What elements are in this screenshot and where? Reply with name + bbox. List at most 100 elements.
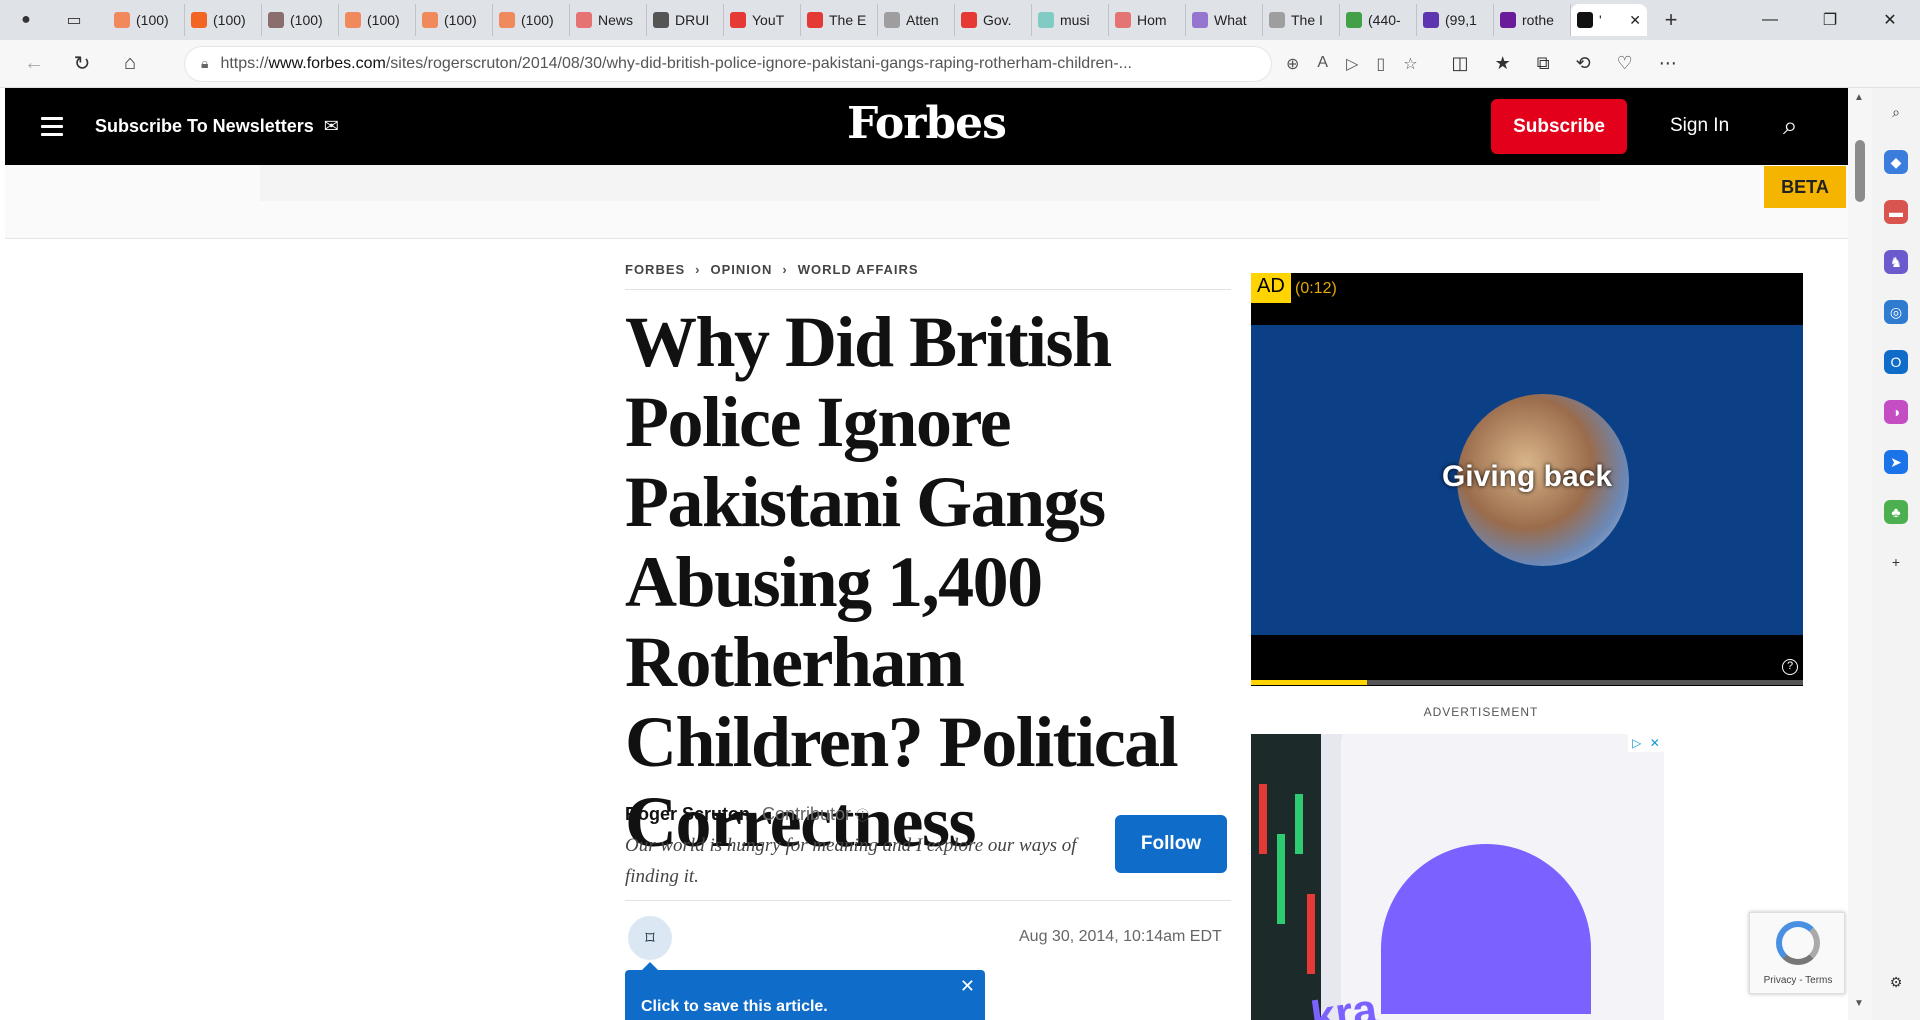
favicon-icon — [1423, 12, 1439, 28]
restore-icon[interactable]: ❐ — [1800, 0, 1860, 40]
subscribe-button[interactable]: Subscribe — [1491, 99, 1627, 154]
newsletter-link[interactable]: Subscribe To Newsletters ✉ — [95, 116, 339, 137]
tab-active[interactable]: ' ✕ — [1571, 4, 1647, 36]
follow-button[interactable]: Follow — [1115, 815, 1227, 873]
zoom-icon[interactable]: ⊕ — [1286, 54, 1299, 74]
ad-label: AD — [1251, 273, 1291, 303]
tab[interactable]: musi — [1032, 4, 1109, 36]
minimize-icon[interactable]: — — [1740, 0, 1800, 40]
tab-label: DRUI — [675, 12, 710, 28]
search-icon[interactable]: ⌕ — [1884, 100, 1908, 124]
recaptcha-badge[interactable]: Privacy - Terms — [1749, 912, 1845, 994]
tab[interactable]: YouT — [724, 4, 801, 36]
page-scrollbar[interactable]: ▲ ▼ — [1848, 88, 1872, 1020]
media-icon[interactable]: ▷ — [1346, 54, 1358, 74]
breadcrumb-forbes[interactable]: FORBES — [625, 262, 685, 277]
tab[interactable]: (440- — [1340, 4, 1417, 36]
scroll-thumb[interactable] — [1855, 140, 1865, 202]
tab[interactable]: The E — [801, 4, 878, 36]
copilot-icon[interactable]: ◑ — [1884, 400, 1908, 424]
tab[interactable]: (100) — [416, 4, 493, 36]
scroll-up-icon[interactable]: ▲ — [1854, 92, 1864, 103]
scroll-down-icon[interactable]: ▼ — [1854, 998, 1864, 1009]
tab[interactable]: (100) — [262, 4, 339, 36]
tab-label: What — [1214, 12, 1247, 28]
close-tab-icon[interactable]: ✕ — [1629, 12, 1641, 29]
help-icon[interactable]: ? — [1782, 659, 1798, 675]
profile-icon[interactable]: ● — [12, 6, 40, 34]
tab[interactable]: DRUI — [647, 4, 724, 36]
newsletter-label: Subscribe To Newsletters — [95, 116, 314, 136]
games-icon[interactable]: ♞ — [1884, 250, 1908, 274]
save-tooltip: Click to save this article. ✕ — [625, 962, 985, 1020]
history-icon[interactable]: ⟲ — [1576, 53, 1591, 74]
adchoices-icon[interactable]: ▷ ✕ — [1628, 734, 1664, 752]
favorite-star-icon[interactable]: ☆ — [1403, 54, 1417, 74]
office-icon[interactable]: ◎ — [1884, 300, 1908, 324]
shopping-tag-icon[interactable]: ◆ — [1884, 150, 1908, 174]
edge-sidebar: ⌕ ◆ ▬ ♞ ◎ O ◑ ➤ ♣ + ⚙ — [1872, 88, 1920, 1020]
beta-badge[interactable]: BETA — [1764, 166, 1846, 208]
divider — [625, 289, 1231, 290]
article-headline: Why Did British Police Ignore Pakistani … — [625, 302, 1179, 862]
menu-icon[interactable] — [41, 117, 63, 136]
tab-label: ' — [1599, 12, 1602, 28]
split-screen-icon[interactable]: ◫ — [1452, 53, 1469, 74]
tab[interactable]: (100) — [108, 4, 185, 36]
outlook-icon[interactable]: O — [1884, 350, 1908, 374]
tab-actions-icon[interactable]: ▭ — [60, 6, 88, 34]
forbes-logo[interactable]: Forbes — [847, 98, 1007, 149]
tab[interactable]: Gov. — [955, 4, 1032, 36]
tab[interactable]: (100) — [185, 4, 262, 36]
save-tooltip-text: Click to save this article. — [641, 998, 828, 1015]
tab[interactable]: Atten — [878, 4, 955, 36]
favicon-icon — [653, 12, 669, 28]
new-tab-icon[interactable]: + — [1657, 6, 1685, 34]
breadcrumb-opinion[interactable]: OPINION — [711, 262, 773, 277]
more-menu-icon[interactable]: ⋯ — [1659, 53, 1677, 74]
favicon-icon — [345, 12, 361, 28]
tab[interactable]: rothe — [1494, 4, 1571, 36]
candle-chart-graphic — [1259, 784, 1315, 974]
chevron-right-icon: › — [695, 262, 701, 277]
send-icon[interactable]: ➤ — [1884, 450, 1908, 474]
settings-icon[interactable]: ⚙ — [1884, 970, 1908, 994]
refresh-icon[interactable]: ↻ — [58, 44, 106, 84]
close-icon[interactable]: ✕ — [960, 976, 975, 997]
tab[interactable]: What — [1186, 4, 1263, 36]
kraken-ad[interactable]: kra ▷ ✕ — [1251, 734, 1664, 1020]
tab[interactable]: (99,1 — [1417, 4, 1494, 36]
tree-icon[interactable]: ♣ — [1884, 500, 1908, 524]
immersive-reader-icon[interactable]: ▯ — [1376, 54, 1385, 74]
back-icon[interactable]: ← — [10, 44, 58, 84]
top-ad-slot — [5, 165, 1848, 239]
tab-label: (99,1 — [1445, 12, 1477, 28]
favorites-icon[interactable]: ★ — [1495, 53, 1511, 74]
info-icon[interactable]: ⓘ — [856, 808, 869, 823]
breadcrumb-world-affairs[interactable]: WORLD AFFAIRS — [798, 262, 919, 277]
heart-performance-icon[interactable]: ♡ — [1617, 53, 1633, 74]
tab[interactable]: The I — [1263, 4, 1340, 36]
recaptcha-links[interactable]: Privacy - Terms — [1750, 975, 1846, 986]
video-ad[interactable]: AD (0:12) Giving back ? — [1251, 273, 1803, 686]
favicon-icon — [1115, 12, 1131, 28]
read-aloud-icon[interactable]: A — [1317, 54, 1328, 74]
url-field[interactable]: 🔒︎ https://www.forbes.com/sites/rogerscr… — [184, 45, 1272, 82]
collections-icon[interactable]: ⧉ — [1537, 53, 1550, 74]
add-sidebar-icon[interactable]: + — [1884, 550, 1908, 574]
chevron-right-icon: › — [782, 262, 788, 277]
home-icon[interactable]: ⌂ — [106, 44, 154, 84]
author-name[interactable]: Roger Scruton — [625, 804, 750, 825]
tab[interactable]: (100) — [493, 4, 570, 36]
tab[interactable]: (100) — [339, 4, 416, 36]
sign-in-link[interactable]: Sign In — [1670, 115, 1729, 137]
close-window-icon[interactable]: ✕ — [1860, 0, 1920, 40]
tools-icon[interactable]: ▬ — [1884, 200, 1908, 224]
search-sparkle-icon[interactable]: ⌕ — [1783, 110, 1798, 142]
tab-label: (100) — [521, 12, 554, 28]
favicon-icon — [1038, 12, 1054, 28]
tab[interactable]: News — [570, 4, 647, 36]
tab[interactable]: Hom — [1109, 4, 1186, 36]
lock-icon[interactable]: 🔒︎ — [201, 55, 208, 72]
bookmark-icon[interactable]: ⌑ — [628, 916, 672, 960]
